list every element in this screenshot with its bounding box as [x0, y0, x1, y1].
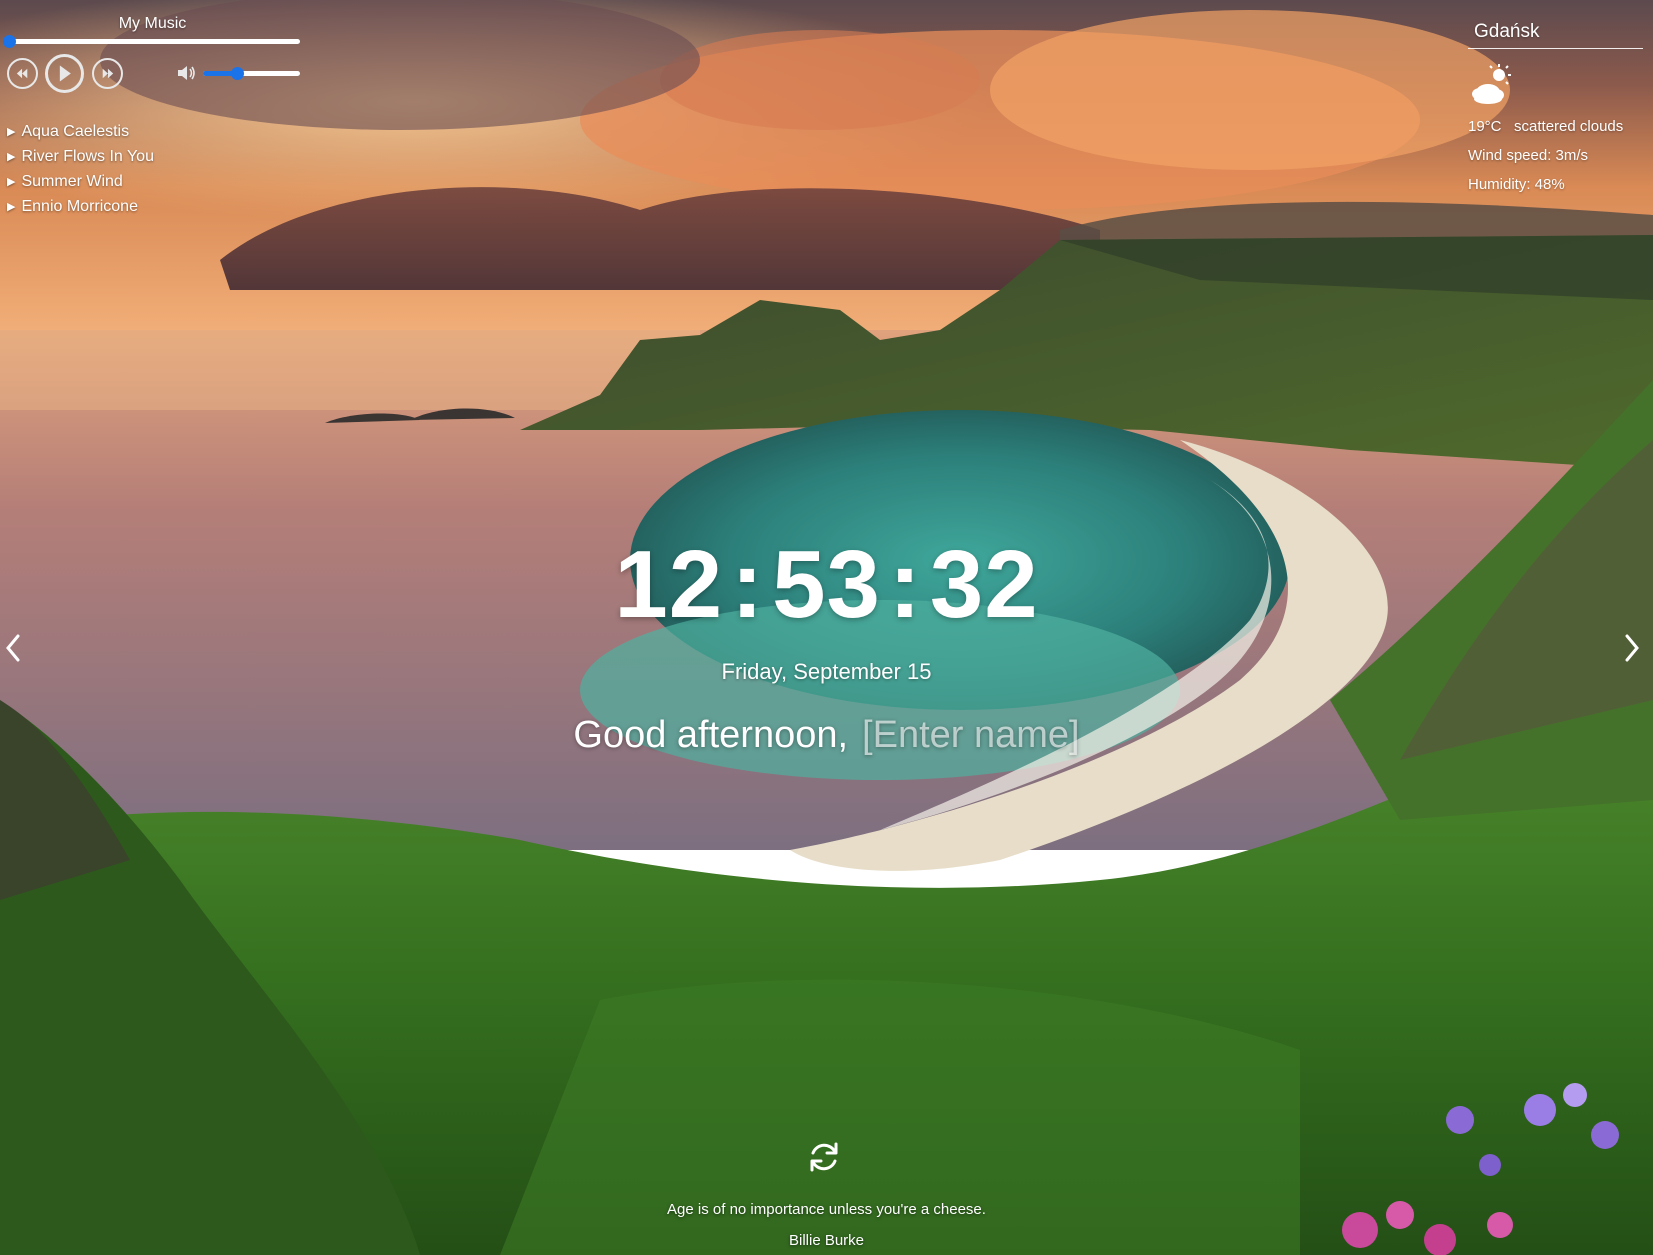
- fast-forward-icon: [102, 68, 114, 79]
- track-title: Summer Wind: [21, 172, 123, 190]
- volume-handle[interactable]: [230, 67, 244, 80]
- playlist-item[interactable]: ▶ Aqua Caelestis: [7, 119, 154, 144]
- progress-track: [9, 39, 300, 44]
- track-progress-bar[interactable]: [3, 35, 300, 48]
- clock-hours: 12: [614, 531, 724, 638]
- track-title: Aqua Caelestis: [21, 122, 130, 140]
- humidity: Humidity: 48%: [1468, 176, 1565, 193]
- chevron-left-icon[interactable]: [4, 633, 22, 663]
- name-input[interactable]: [Enter name]: [862, 714, 1080, 756]
- quote-author: Billie Burke: [788, 1232, 865, 1249]
- city-name[interactable]: Gdańsk: [1468, 18, 1643, 49]
- next-button[interactable]: [92, 58, 123, 89]
- weather-summary: 19°C scattered clouds: [1468, 118, 1623, 135]
- scattered-clouds-icon: [1472, 64, 1511, 104]
- play-button[interactable]: [45, 54, 84, 93]
- clock-minutes: 53: [772, 531, 881, 638]
- rewind-icon: [16, 68, 28, 79]
- chevron-right-icon[interactable]: [1623, 633, 1641, 663]
- quote-text: Age is of no importance unless you're a …: [667, 1201, 986, 1218]
- speaker-icon[interactable]: [175, 62, 197, 84]
- play-icon: [59, 65, 71, 82]
- wind-speed: Wind speed: 3m/s: [1468, 147, 1589, 164]
- previous-button[interactable]: [7, 58, 38, 89]
- volume-slider[interactable]: [203, 67, 300, 80]
- track-title: Ennio Morricone: [21, 197, 138, 215]
- greeting: Good afternoon, [Enter name]: [0, 714, 1653, 757]
- playlist-item[interactable]: ▶ River Flows In You: [7, 144, 154, 169]
- clock-seconds: 32: [929, 531, 1039, 638]
- refresh-icon[interactable]: [805, 1138, 843, 1176]
- greeting-text: Good afternoon,: [573, 714, 849, 756]
- playlist-item[interactable]: ▶ Ennio Morricone: [7, 194, 154, 219]
- playlist-item[interactable]: ▶ Summer Wind: [7, 169, 154, 194]
- player-title: My Music: [118, 15, 187, 32]
- progress-handle[interactable]: [3, 35, 16, 48]
- date: Friday, September 15: [721, 659, 932, 684]
- temperature: 19°C: [1468, 118, 1502, 135]
- play-triangle-icon: ▶: [7, 176, 16, 188]
- play-triangle-icon: ▶: [7, 151, 16, 163]
- play-triangle-icon: ▶: [7, 126, 16, 138]
- play-triangle-icon: ▶: [7, 201, 16, 213]
- clock-separator: :: [731, 531, 765, 638]
- weather-widget: Gdańsk 19°C scattered clouds Wind speed:…: [1468, 18, 1643, 193]
- weather-description: scattered clouds: [1514, 118, 1624, 135]
- playlist: ▶ Aqua Caelestis ▶ River Flows In You ▶ Sum…: [7, 119, 154, 219]
- clock: 12:53:32: [0, 535, 1653, 635]
- track-title: River Flows In You: [21, 147, 154, 165]
- clock-separator: :: [888, 531, 922, 638]
